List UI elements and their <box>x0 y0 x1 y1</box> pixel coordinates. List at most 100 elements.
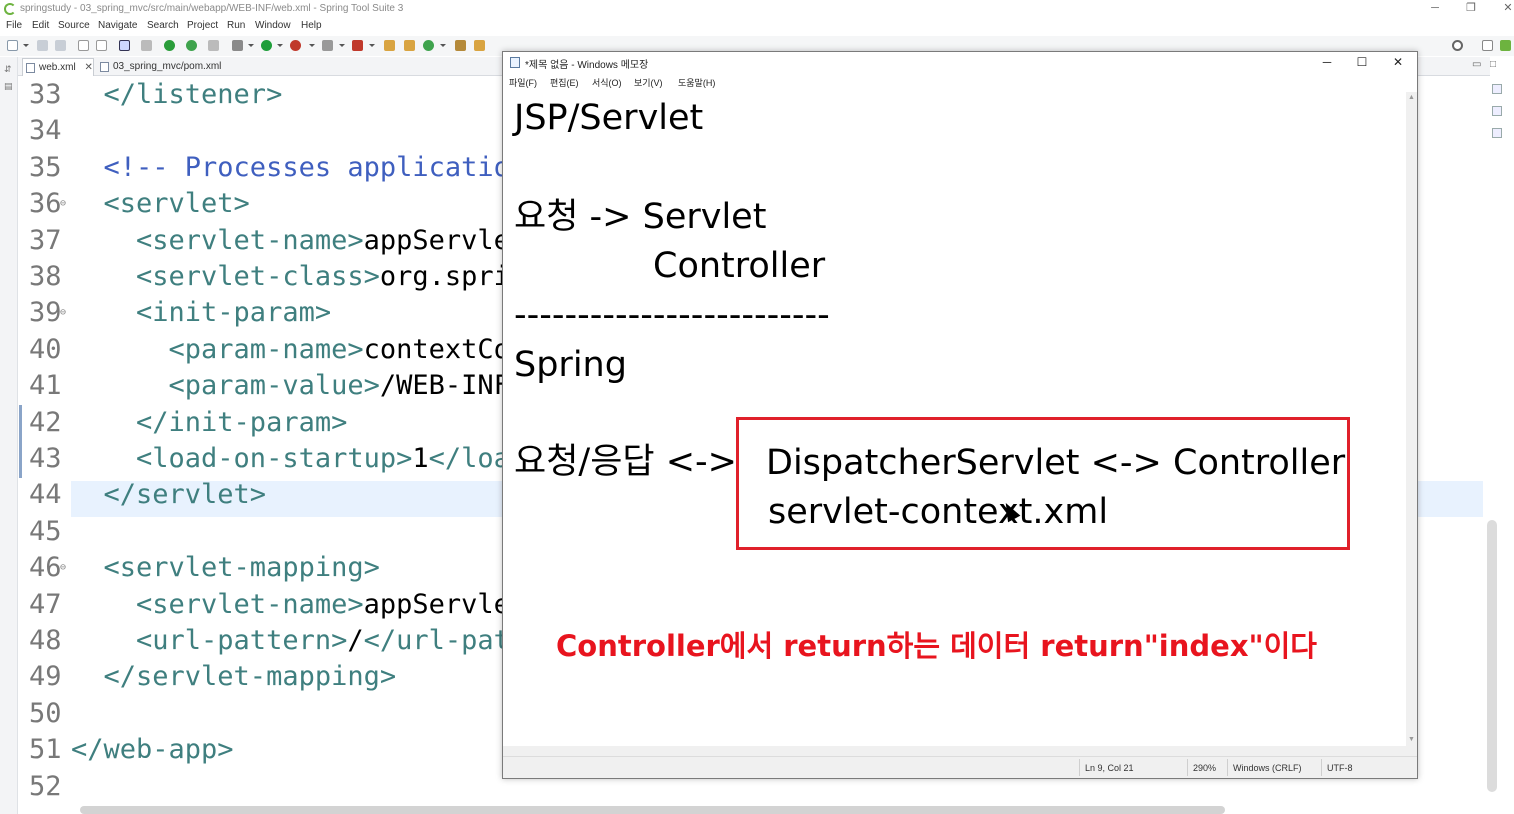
menu-file[interactable]: File <box>6 20 22 31</box>
menu-file[interactable]: 파일(F) <box>509 76 537 89</box>
minimize-icon[interactable]: ─ <box>1310 53 1344 71</box>
new-class-icon[interactable] <box>404 40 415 51</box>
scroll-down-icon[interactable]: ▼ <box>1408 736 1415 743</box>
external-tools-icon[interactable] <box>290 40 301 51</box>
menu-help[interactable]: 도움말(H) <box>678 76 715 89</box>
chevron-down-icon[interactable] <box>369 44 375 47</box>
debug-icon[interactable] <box>232 40 243 51</box>
chevron-down-icon[interactable] <box>339 44 345 47</box>
open-icon[interactable] <box>96 40 107 51</box>
xml-file-icon <box>26 63 35 73</box>
line-number: 36 <box>29 188 62 220</box>
window-title: springstudy - 03_spring_mvc/src/main/web… <box>20 3 404 14</box>
notepad-horizontal-scrollbar[interactable] <box>503 746 1417 756</box>
open-type-icon[interactable] <box>455 40 466 51</box>
line-number: 40 <box>29 333 62 365</box>
new-server-icon[interactable] <box>352 40 363 51</box>
menu-edit[interactable]: Edit <box>32 20 49 31</box>
maximize-view-icon[interactable]: □ <box>1490 59 1496 70</box>
menu-project[interactable]: Project <box>187 20 218 31</box>
new-package-icon[interactable] <box>384 40 395 51</box>
vertical-scrollbar[interactable] <box>1487 520 1497 792</box>
chevron-down-icon[interactable] <box>277 44 283 47</box>
tab-label: 03_spring_mvc/pom.xml <box>113 61 222 72</box>
close-icon[interactable]: ✕ <box>84 59 92 77</box>
stop-icon[interactable] <box>322 40 333 51</box>
outline-view-icon[interactable] <box>1492 84 1502 94</box>
chevron-down-icon[interactable] <box>440 44 446 47</box>
menu-window[interactable]: Window <box>255 20 291 31</box>
menu-source[interactable]: Source <box>58 20 90 31</box>
menu-help[interactable]: Help <box>301 20 322 31</box>
menu-navigate[interactable]: Navigate <box>98 20 137 31</box>
line-number: 48 <box>29 625 62 656</box>
restore-view-icon[interactable]: ⇵ <box>4 65 13 74</box>
tab-pom-xml[interactable]: 03_spring_mvc/pom.xml <box>97 58 237 76</box>
xml-tag: <url-pattern> <box>71 625 348 656</box>
xml-comment: <!-- Processes applicatio <box>71 151 510 183</box>
notepad-icon <box>510 57 520 68</box>
chevron-down-icon[interactable] <box>248 44 254 47</box>
code-text: </web-app> <box>71 731 234 768</box>
xml-text: org.spri <box>379 261 510 292</box>
skip-breakpoints-icon[interactable] <box>141 40 152 51</box>
maximize-icon[interactable]: ☐ <box>1345 53 1379 71</box>
line-number: 52 <box>29 770 62 802</box>
new-class-wizard-icon[interactable] <box>423 40 434 51</box>
tab-web-xml[interactable]: web.xml ✕ <box>22 58 94 76</box>
xml-file-icon <box>100 62 109 72</box>
close-icon[interactable]: ✕ <box>1488 0 1514 19</box>
notepad-vertical-scrollbar[interactable]: ▲ ▼ <box>1406 92 1417 746</box>
xml-tag: <servlet-class> <box>71 261 380 292</box>
horizontal-scrollbar[interactable] <box>80 806 1225 814</box>
notepad-text-area[interactable]: JSP/Servlet 요청 -> Servlet Controller ---… <box>503 92 1406 746</box>
menu-edit[interactable]: 편집(E) <box>550 76 579 89</box>
spring-boot-icon[interactable] <box>164 40 175 51</box>
print-icon[interactable] <box>78 40 89 51</box>
save-icon[interactable] <box>37 40 48 51</box>
menu-view[interactable]: 보기(V) <box>634 76 663 89</box>
terminal-icon[interactable] <box>119 40 130 51</box>
restore-icon[interactable]: ❐ <box>1451 0 1491 19</box>
notepad-status-bar: Ln 9, Col 21 290% Windows (CRLF) UTF-8 <box>503 756 1417 778</box>
code-text: <load-on-startup>1</loa <box>71 440 510 477</box>
change-marker <box>19 405 22 478</box>
eclipse-menu-bar: File Edit Source Navigate Search Project… <box>0 19 1514 35</box>
line-number: 42 <box>29 406 62 438</box>
chevron-down-icon[interactable] <box>309 44 315 47</box>
menu-format[interactable]: 서식(O) <box>592 76 622 89</box>
scroll-up-icon[interactable]: ▲ <box>1408 94 1415 101</box>
link-icon[interactable] <box>208 40 219 51</box>
code-text: <servlet> <box>71 185 250 222</box>
eclipse-title-bar: springstudy - 03_spring_mvc/src/main/web… <box>0 0 1514 19</box>
menu-run[interactable]: Run <box>227 20 245 31</box>
perspective-icon[interactable] <box>1482 40 1493 51</box>
line-number: 51 <box>29 734 62 766</box>
minimize-icon[interactable]: ─ <box>1415 0 1455 19</box>
code-text: </servlet> <box>71 476 267 513</box>
fold-toggle-icon[interactable]: ⊖ <box>60 294 66 331</box>
highlight-box <box>736 417 1350 550</box>
line-number: 35 <box>29 151 62 183</box>
close-icon[interactable]: ✕ <box>1381 53 1415 71</box>
xml-text: appServle <box>363 588 510 620</box>
spring-perspective-icon[interactable] <box>1500 40 1511 51</box>
line-number: 44 <box>29 479 62 511</box>
open-task-icon[interactable] <box>474 40 485 51</box>
search-icon[interactable] <box>1452 40 1463 51</box>
save-all-icon[interactable] <box>55 40 66 51</box>
menu-search[interactable]: Search <box>147 20 179 31</box>
package-explorer-icon[interactable]: ▤ <box>4 82 13 91</box>
fold-toggle-icon[interactable]: ⊖ <box>60 549 66 586</box>
xml-tag: </url-pat <box>363 625 510 656</box>
run-icon[interactable] <box>261 40 272 51</box>
task-list-icon[interactable] <box>1492 106 1502 116</box>
new-icon[interactable] <box>7 40 18 51</box>
fold-toggle-icon[interactable]: ⊖ <box>60 185 66 222</box>
chevron-down-icon[interactable] <box>23 44 29 47</box>
xml-text: 1 <box>412 443 429 474</box>
spring-explorer-icon[interactable] <box>1492 128 1502 138</box>
left-trim-bar: ⇵ ▤ <box>0 57 18 814</box>
refresh-icon[interactable] <box>186 40 197 51</box>
minimize-view-icon[interactable]: ▭ <box>1472 59 1481 70</box>
